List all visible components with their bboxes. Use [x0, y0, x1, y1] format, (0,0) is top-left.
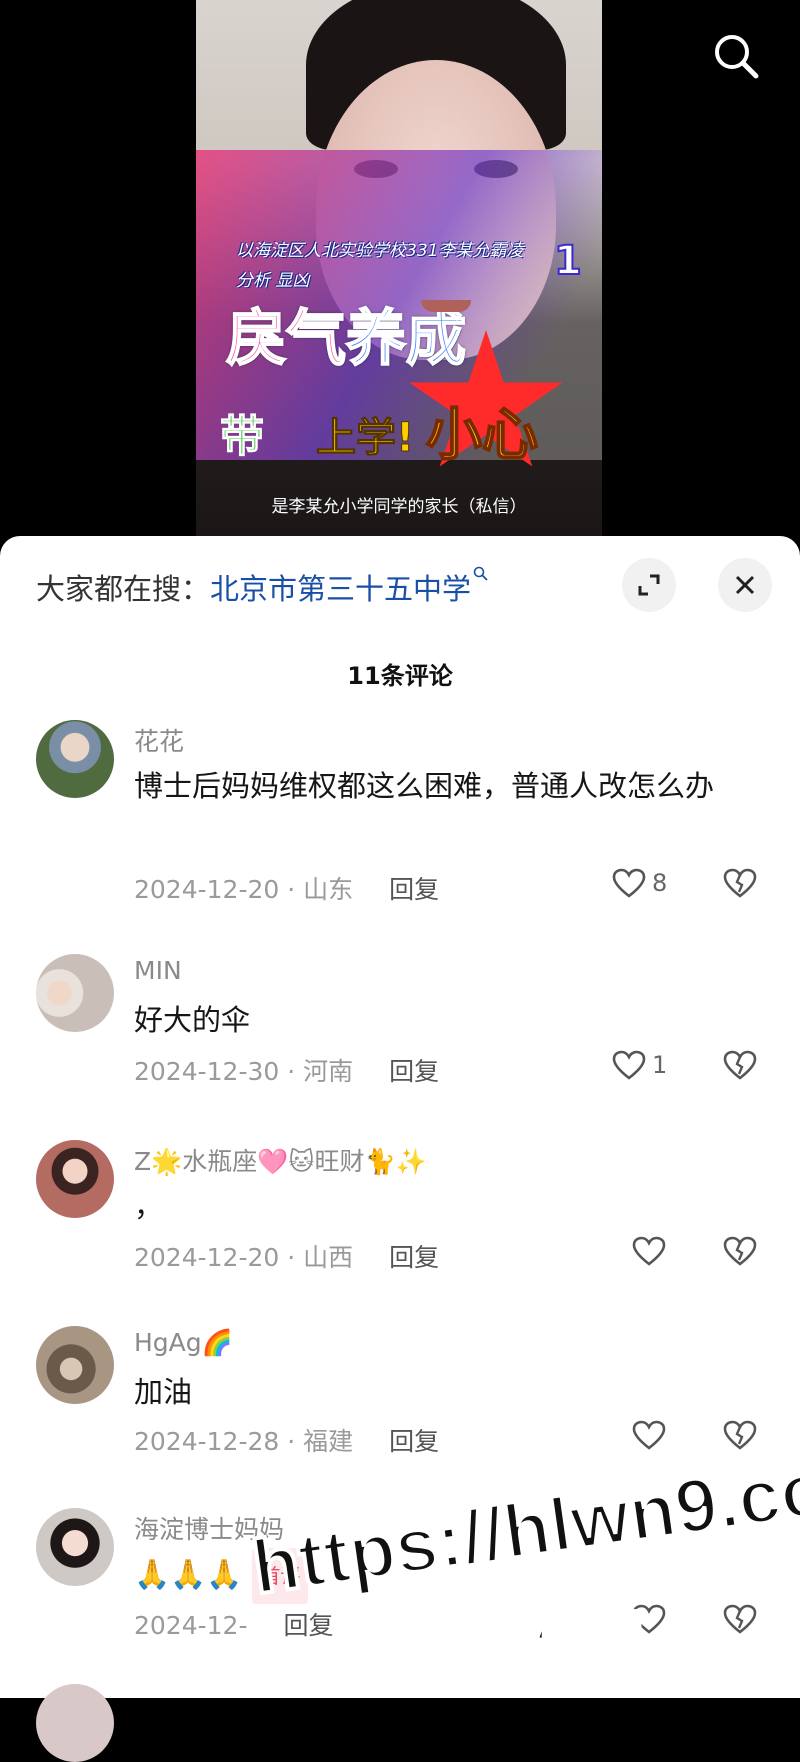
- comment-date: 2024-12-20 · 山东: [134, 875, 354, 904]
- video-word-dai: 带: [220, 411, 265, 463]
- comment-username[interactable]: HgAg🌈: [134, 1328, 233, 1358]
- comment-meta: 2024-12-20 · 山西 回复: [134, 1238, 439, 1274]
- avatar[interactable]: [36, 1508, 114, 1586]
- video-player[interactable]: 以海淀区人北实验学校331李某允霸凌 分析 显凶 1 戾气养成 带 上学! 小心…: [0, 0, 800, 540]
- expand-icon: [638, 574, 660, 596]
- search-small-icon: [473, 566, 488, 581]
- reply-button[interactable]: 回复: [283, 1611, 333, 1640]
- like-count: 8: [652, 869, 668, 897]
- comment-username[interactable]: 花花: [134, 722, 184, 758]
- video-word-shangxue: 上学!: [315, 415, 415, 462]
- comment-date: 2024-12-28 · 福建: [134, 1427, 354, 1456]
- comment-meta: 2024-12-28 · 福建 回复: [134, 1422, 439, 1458]
- dislike-button[interactable]: [722, 1236, 758, 1270]
- dislike-button[interactable]: [722, 1420, 758, 1454]
- video-frame: 以海淀区人北实验学校331李某允霸凌 分析 显凶 1 戾气养成 带 上学! 小心…: [196, 0, 602, 540]
- like-button[interactable]: [632, 1236, 666, 1266]
- comment-text: ，: [134, 1189, 164, 1223]
- close-icon: [735, 575, 755, 595]
- avatar[interactable]: [36, 1140, 114, 1218]
- trending-search[interactable]: 大家都在搜：北京市第三十五中学: [36, 566, 489, 608]
- search-icon[interactable]: [708, 28, 764, 84]
- video-overlay-title-2: 分析 显凶: [236, 271, 310, 291]
- comment-emoji-text: 🙏🙏🙏: [134, 1557, 243, 1591]
- dislike-button[interactable]: [722, 868, 758, 902]
- avatar[interactable]: [36, 720, 114, 798]
- comment-meta: 2024-12-20 · 山东 回复: [134, 870, 439, 906]
- like-button[interactable]: 8: [612, 868, 667, 898]
- avatar[interactable]: [36, 954, 114, 1032]
- comment-date: 2024-12-20 · 山西: [134, 1243, 354, 1272]
- comment-text: 博士后妈妈维权都这么困难，普通人改怎么办: [134, 769, 715, 803]
- watermark-site-name: 黑料网: [468, 1602, 645, 1673]
- expand-button[interactable]: [622, 558, 676, 612]
- comments-count: 11条评论: [347, 662, 453, 690]
- dislike-button[interactable]: [722, 1050, 758, 1084]
- heart-icon: [632, 1236, 666, 1266]
- comment-text: 好大的伞: [134, 1003, 251, 1037]
- video-headline-part2: 养成: [345, 304, 467, 373]
- video-headline-part1: 戾气: [225, 304, 347, 373]
- comment-username[interactable]: MIN: [134, 956, 182, 985]
- comment-date: 2024-12-: [134, 1611, 248, 1640]
- heart-icon: [632, 1420, 666, 1450]
- broken-heart-icon: [723, 1604, 757, 1634]
- reply-button[interactable]: 回复: [389, 1243, 439, 1272]
- like-button[interactable]: [632, 1420, 666, 1450]
- video-caption: 是李某允小学同学的家长（私信）: [271, 497, 527, 517]
- like-button[interactable]: 1: [612, 1050, 667, 1080]
- comment-date: 2024-12-30 · 河南: [134, 1057, 354, 1086]
- like-count: 1: [652, 1051, 668, 1079]
- trending-search-keyword[interactable]: 北京市第三十五中学: [210, 572, 471, 606]
- broken-heart-icon: [723, 1050, 757, 1080]
- reply-button[interactable]: 回复: [389, 875, 439, 904]
- broken-heart-icon: [723, 1420, 757, 1450]
- heart-icon: [612, 868, 646, 898]
- video-overlay-number: 1: [553, 237, 583, 285]
- broken-heart-icon: [723, 868, 757, 898]
- close-button[interactable]: [718, 558, 772, 612]
- broken-heart-icon: [723, 1236, 757, 1266]
- comment-text: 加油: [134, 1375, 193, 1409]
- comment-username[interactable]: Z🌟水瓶座🩷🐱旺财🐈✨: [134, 1142, 427, 1178]
- dislike-button[interactable]: [722, 1604, 758, 1638]
- video-overlay-title-1: 以海淀区人北实验学校331李某允霸凌: [236, 241, 524, 261]
- heart-icon: [612, 1050, 646, 1080]
- reply-button[interactable]: 回复: [389, 1427, 439, 1456]
- comment-meta: 2024-12-30 · 河南 回复: [134, 1052, 439, 1088]
- avatar-partial[interactable]: [36, 1684, 114, 1762]
- video-mouth: [421, 300, 471, 312]
- video-word-xiaoxin: 小心: [425, 402, 539, 467]
- comment-meta: 2024-12- 回复: [134, 1606, 334, 1642]
- reply-button[interactable]: 回复: [389, 1057, 439, 1086]
- trending-search-prefix: 大家都在搜：: [36, 572, 211, 606]
- avatar[interactable]: [36, 1326, 114, 1404]
